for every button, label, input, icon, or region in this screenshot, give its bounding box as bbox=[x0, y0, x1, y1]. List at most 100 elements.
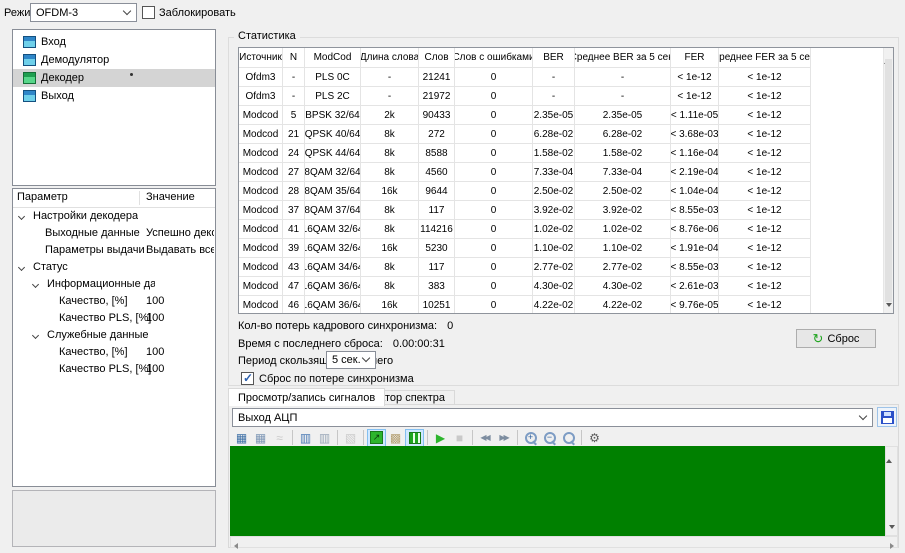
constellation-diagram-button[interactable]: ↗ bbox=[367, 428, 386, 447]
stats-table-row[interactable]: Ofdm3- PLS 2C -21972 0- - < 1e-12 < 1e-12 bbox=[239, 87, 893, 106]
stats-table-row[interactable]: Modcod 24 QPSK 44/64 8k 8588 0 1.58e-02 1.58e-0… bbox=[239, 144, 893, 163]
module-tree[interactable]: Вход Демодулятор Декодер Выход bbox=[12, 29, 216, 186]
zoom-out-button[interactable]: − bbox=[540, 429, 559, 447]
stats-table-row[interactable]: Modcod 46 16QAM 36/64 16k 10251 0 4.22e-02 4.22… bbox=[239, 296, 893, 313]
open-signal-table-button[interactable]: ▦ bbox=[232, 429, 251, 447]
parameters-header: Параметр Значение bbox=[13, 189, 215, 208]
spectrum-bars-button[interactable] bbox=[405, 428, 424, 447]
table-columns-2-button[interactable]: ▥ bbox=[315, 429, 334, 447]
stats-header-cell[interactable]: ModCod bbox=[305, 48, 361, 68]
stats-header-cell[interactable]: FER bbox=[671, 48, 719, 68]
save-signal-button[interactable] bbox=[877, 407, 897, 427]
stats-table-row[interactable]: Modcod 5 BPSK 32/64 2k 90433 0 2.35e-05 2.35e-0… bbox=[239, 106, 893, 125]
lock-checkbox[interactable] bbox=[142, 6, 155, 19]
zoom-fit-button[interactable] bbox=[559, 429, 578, 447]
stats-table-row[interactable]: Modcod 37 8QAM 37/64 8k 117 0 3.92e-02 3.92e-02… bbox=[239, 201, 893, 220]
param-row[interactable]: Качество, [%] 100 bbox=[13, 344, 215, 361]
scroll-up-arrow-icon[interactable] bbox=[886, 447, 892, 463]
scroll-down-arrow-icon[interactable] bbox=[886, 303, 892, 307]
stats-cell: 3.92e-02 bbox=[533, 201, 575, 220]
stats-table-row[interactable]: Modcod 21 QPSK 40/64 8k 272 0 6.28e-02 6.28e-02… bbox=[239, 125, 893, 144]
table-columns-button[interactable]: ▥ bbox=[296, 429, 315, 447]
param-row[interactable]: Параметры выдачи Выдавать все bbox=[13, 242, 215, 259]
tree-item-2[interactable]: Декодер bbox=[13, 69, 215, 87]
stats-cell: < 9.76e-05 bbox=[671, 296, 719, 313]
stats-header-cell[interactable]: Длина слова bbox=[361, 48, 419, 68]
stats-table-row[interactable]: Modcod 28 8QAM 35/64 16k 9644 0 2.50e-02 2.50e-… bbox=[239, 182, 893, 201]
signal-values-button[interactable]: ▩ bbox=[386, 429, 405, 447]
stats-cell: 6.28e-02 bbox=[575, 125, 671, 144]
stats-table-row[interactable]: Modcod 41 16QAM 32/64 8k 114216 0 1.02e-02 1.02… bbox=[239, 220, 893, 239]
signal-display[interactable] bbox=[230, 446, 885, 536]
display-hscrollbar[interactable] bbox=[230, 536, 898, 549]
settings-gear-button[interactable]: ⚙ bbox=[585, 429, 604, 447]
tree-item-3[interactable]: Выход bbox=[13, 87, 215, 105]
rewind-button[interactable]: ◀◀ bbox=[476, 429, 495, 447]
expander-chevron-icon[interactable] bbox=[17, 263, 26, 272]
stats-filler-cell bbox=[811, 220, 893, 239]
param-label: Качество PLS, [%] bbox=[59, 363, 152, 375]
stats-cell: 2k bbox=[361, 106, 419, 125]
stats-cell: 0 bbox=[455, 68, 533, 87]
fast-forward-button[interactable]: ▶▶ bbox=[495, 429, 514, 447]
stats-table-row[interactable]: Ofdm3- PLS 0C -21241 0- - < 1e-12 < 1e-12 bbox=[239, 68, 893, 87]
tree-item-0[interactable]: Вход bbox=[13, 33, 215, 51]
value-column-header[interactable]: Значение bbox=[146, 191, 195, 203]
stats-header-cell[interactable]: N bbox=[283, 48, 305, 68]
tree-item-1[interactable]: Демодулятор bbox=[13, 51, 215, 69]
stats-cell: < 1e-12 bbox=[719, 296, 811, 313]
param-row[interactable]: Статус bbox=[13, 259, 215, 276]
expander-chevron-icon[interactable] bbox=[31, 331, 40, 340]
reset-button[interactable]: ↻ Сброс bbox=[796, 329, 876, 348]
linked-tables-button: ▧ bbox=[341, 429, 360, 447]
scroll-left-arrow-icon[interactable] bbox=[234, 543, 238, 549]
stats-cell: < 2.19e-04 bbox=[671, 163, 719, 182]
param-row[interactable]: Качество PLS, [%] 100 bbox=[13, 361, 215, 378]
stats-table-vscrollbar[interactable] bbox=[883, 48, 893, 313]
tab-signal-view-label: Просмотр/запись сигналов bbox=[238, 391, 376, 404]
stats-header-cell[interactable]: Источник bbox=[239, 48, 283, 68]
scroll-right-arrow-icon[interactable] bbox=[890, 543, 894, 549]
tree-item-label: Вход bbox=[41, 36, 66, 48]
stats-table-row[interactable]: Modcod 39 16QAM 32/64 16k 5230 0 1.10e-02 1.10e… bbox=[239, 239, 893, 258]
param-column-header[interactable]: Параметр bbox=[17, 191, 68, 203]
open-signal-table-2-button[interactable]: ▦ bbox=[251, 429, 270, 447]
expander-chevron-icon[interactable] bbox=[31, 280, 40, 289]
stats-cell: 2.50e-02 bbox=[575, 182, 671, 201]
stats-header-cell[interactable]: Слов с ошибками bbox=[455, 48, 533, 68]
mode-select[interactable]: OFDM-3 bbox=[30, 3, 137, 22]
tab-signal-view[interactable]: Просмотр/запись сигналов bbox=[228, 388, 386, 406]
stats-table-row[interactable]: Modcod 47 16QAM 36/64 8k 383 0 4.30e-02 4.30e-0… bbox=[239, 277, 893, 296]
stats-cell: 2.35e-05 bbox=[533, 106, 575, 125]
stats-cell: - bbox=[575, 87, 671, 106]
parameters-panel[interactable]: Параметр Значение Настройки декодера Выхо… bbox=[12, 188, 216, 487]
param-value: 100 bbox=[146, 346, 165, 358]
expander-chevron-icon[interactable] bbox=[17, 212, 26, 221]
stats-cell: < 1.91e-04 bbox=[671, 239, 719, 258]
stats-table-row[interactable]: Modcod 43 16QAM 34/64 8k 117 0 2.77e-02 2.77e-0… bbox=[239, 258, 893, 277]
param-row[interactable]: Выходные данные Успешно декоди... bbox=[13, 225, 215, 242]
stats-table-row[interactable]: Modcod 27 8QAM 32/64 8k 4560 0 7.33e-04 7.33e-0… bbox=[239, 163, 893, 182]
param-row[interactable]: Качество, [%] 100 bbox=[13, 293, 215, 310]
open-signal-table-2-icon: ▦ bbox=[254, 430, 267, 445]
stats-header-cell[interactable]: BER bbox=[533, 48, 575, 68]
param-row[interactable]: Качество PLS, [%] 100 bbox=[13, 310, 215, 327]
play-button[interactable]: ▶ bbox=[431, 429, 450, 447]
display-vscrollbar[interactable] bbox=[885, 446, 898, 536]
zoom-in-button[interactable]: + bbox=[521, 429, 540, 447]
stats-header-cell[interactable]: Слов bbox=[419, 48, 455, 68]
stats-cell: 0 bbox=[455, 144, 533, 163]
statistics-table[interactable]: Источник N ModCod Длина слова Слов Слов с оши… bbox=[238, 47, 894, 314]
avg-period-select[interactable]: 5 сек. bbox=[326, 351, 376, 369]
signal-source-select[interactable]: Выход АЦП bbox=[232, 408, 873, 427]
param-row[interactable]: Служебные данные bbox=[13, 327, 215, 344]
param-row[interactable]: Информационные дан... bbox=[13, 276, 215, 293]
reset-on-sync-loss-checkbox[interactable] bbox=[241, 371, 254, 385]
scroll-down-arrow-icon[interactable] bbox=[889, 525, 895, 529]
scrollbar-thumb[interactable] bbox=[885, 59, 892, 302]
stats-header-cell[interactable]: Среднее FER за 5 сек. bbox=[719, 48, 811, 68]
table-columns-2-icon: ▥ bbox=[318, 430, 331, 445]
stats-header-cell[interactable]: Среднее BER за 5 сек. bbox=[575, 48, 671, 68]
param-label: Статус bbox=[33, 261, 68, 273]
param-row[interactable]: Настройки декодера bbox=[13, 208, 215, 225]
